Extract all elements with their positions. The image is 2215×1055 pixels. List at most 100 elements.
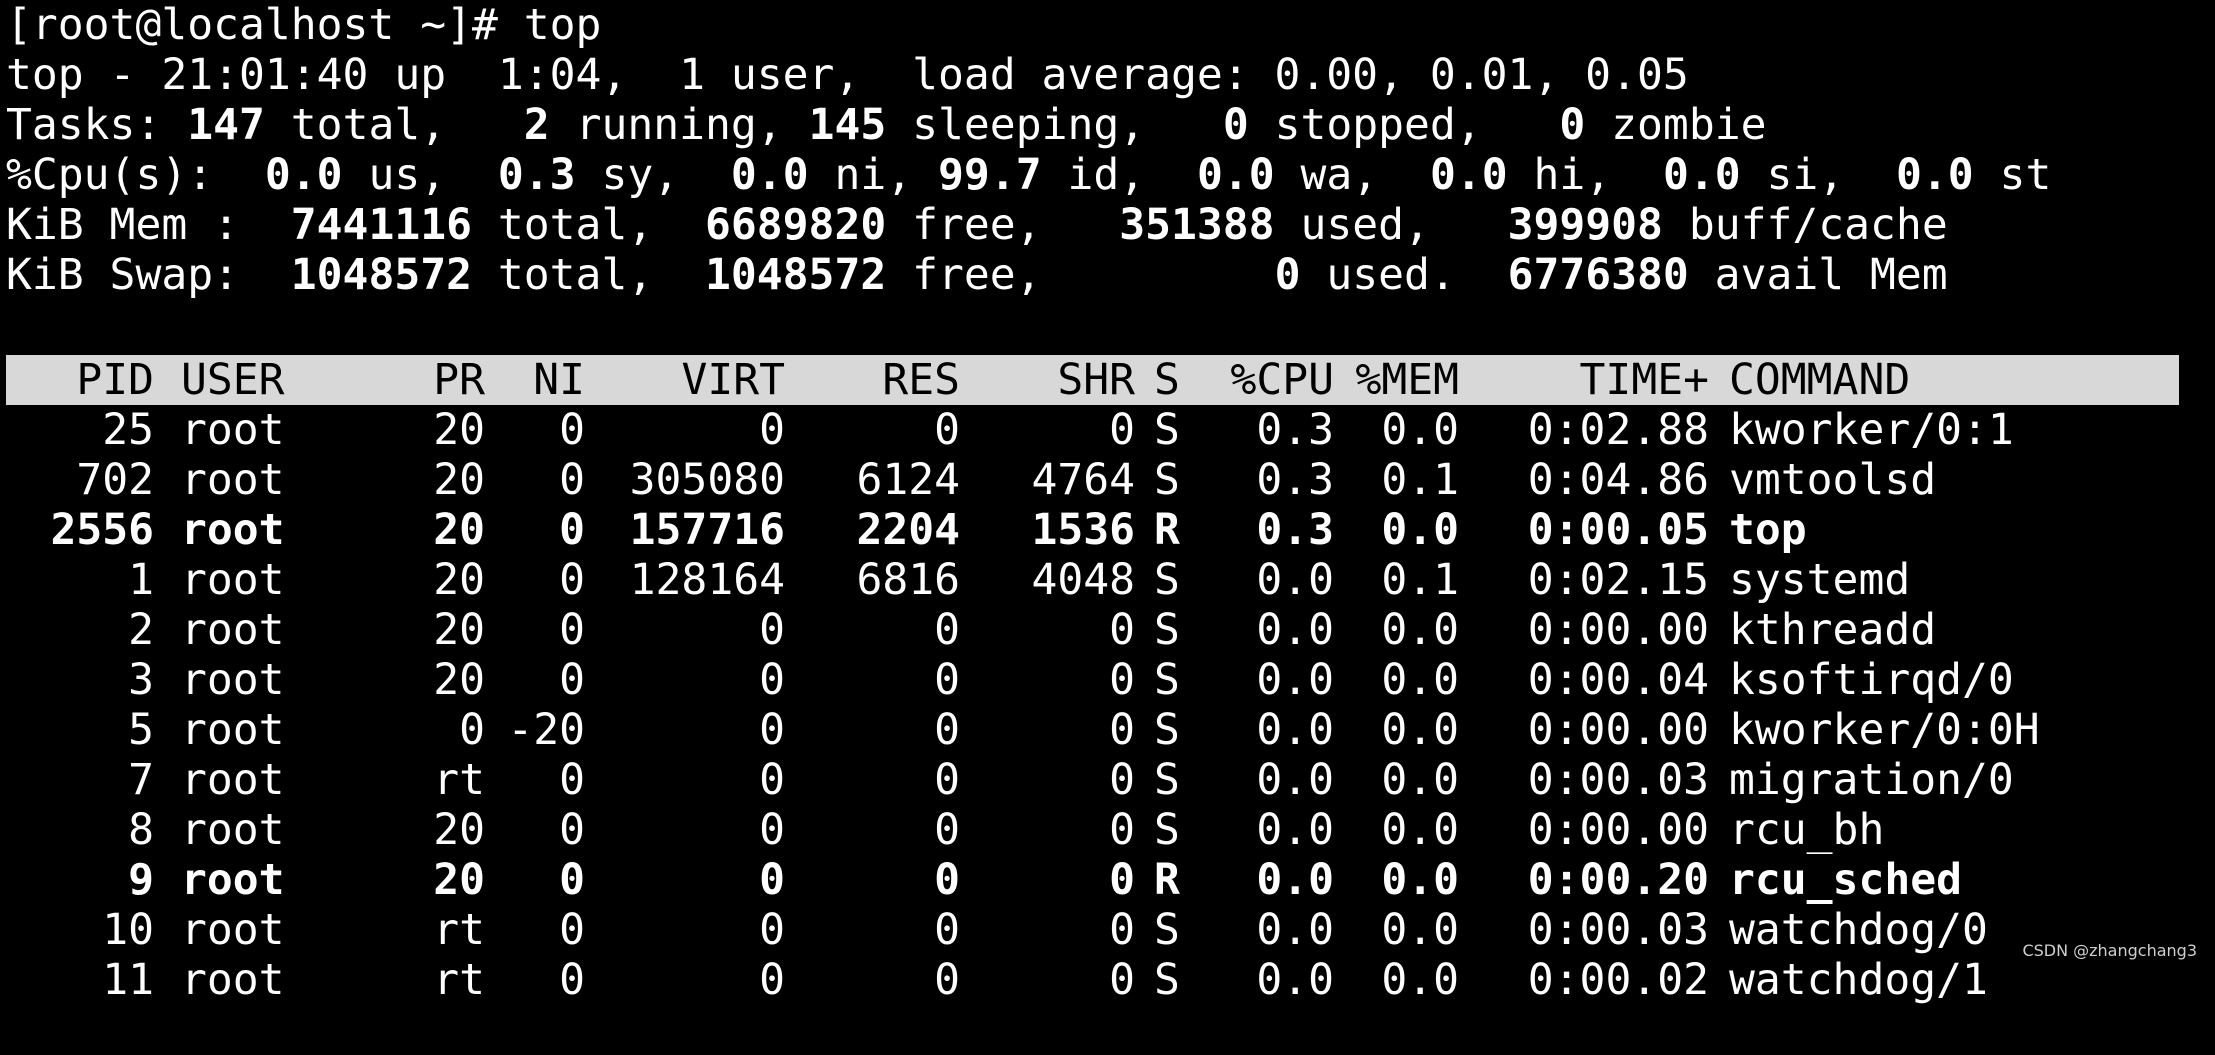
state: S [1154,755,1180,805]
time: 0:00.00 [1527,805,1709,855]
ni: 0 [559,555,585,605]
ni: 0 [559,955,585,1005]
virt: 0 [759,905,785,955]
pr: 20 [433,655,485,705]
pid: 25 [102,405,154,455]
tasks-stopped: 0 [1222,100,1249,150]
col-virt: VIRT [681,355,785,405]
tasks-label: Tasks: [6,100,162,150]
pid: 3 [128,655,154,705]
mem: 0.0 [1381,605,1459,655]
cpu-ni-label: ni, [808,150,913,200]
tasks-zombie: 0 [1559,100,1586,150]
time: 0:00.04 [1527,655,1709,705]
cpu: 0.0 [1256,555,1334,605]
pid: 9 [128,855,154,905]
cpu-st: 0.0 [1896,150,1974,200]
shr: 0 [1109,605,1135,655]
process-row: 2 root 20 0 0 0 0 S 0.0 0.0 0:00.00 kthreadd [6,605,2211,655]
user: root [181,705,285,755]
mem-used-label: used, [1274,200,1430,250]
ni: 0 [559,455,585,505]
pr: rt [433,955,485,1005]
tasks-line: Tasks: 147 total, 2 running, 145 sleepin… [6,100,2211,150]
command: migration/0 [1729,755,2014,805]
mem-free: 6689820 [705,200,887,250]
cpu: 0.0 [1256,655,1334,705]
user: root [181,805,285,855]
user: root [181,905,285,955]
swap-avail: 6776380 [1507,250,1689,300]
tasks-running-label: running, [549,100,783,150]
cpu: 0.0 [1256,905,1334,955]
pr: 20 [433,605,485,655]
process-row: 1 root 20 0 128164 6816 4048 S 0.0 0.1 0:02.15 syst… [6,555,2211,605]
ni: 0 [559,855,585,905]
virt: 305080 [629,455,785,505]
process-table-header: PID USER PR NI VIRT RES SHR S %CPU %MEM … [6,355,2179,405]
pid: 2 [128,605,154,655]
shr: 0 [1109,805,1135,855]
mem-buff-label: buff/cache [1662,200,1948,250]
shr: 0 [1109,955,1135,1005]
res: 0 [934,955,960,1005]
command: systemd [1729,555,1911,605]
res: 2204 [856,505,960,555]
cpu-us: 0.0 [264,150,343,200]
cpu: 0.3 [1256,405,1334,455]
col-s: S [1154,355,1180,405]
cpu: 0.0 [1256,755,1334,805]
cpu-us-label: us, [342,150,447,200]
mem: 0.0 [1381,705,1459,755]
tasks-running: 2 [523,100,550,150]
col-pr: PR [433,355,485,405]
process-row: 9 root 20 0 0 0 0 R 0.0 0.0 0:00.20 rcu_sched [6,855,2211,905]
cpu-wa-label: wa, [1274,150,1379,200]
header-row: PID USER PR NI VIRT RES SHR S %CPU %MEM … [6,355,2179,405]
virt: 0 [759,955,785,1005]
ni: -20 [507,705,585,755]
user: root [181,405,285,455]
swap-used: 0 [1274,250,1301,300]
res: 0 [934,805,960,855]
pr: rt [433,755,485,805]
watermark: CSDN @zhangchang3 [2022,941,2197,960]
time: 0:00.03 [1527,905,1709,955]
ni: 0 [559,655,585,705]
user: root [181,455,285,505]
mem: 0.0 [1381,505,1459,555]
tasks-total-label: total, [264,100,447,150]
time: 0:02.15 [1527,555,1709,605]
user: root [181,755,285,805]
time: 0:00.02 [1527,955,1709,1005]
process-row: 25 root 20 0 0 0 0 S 0.3 0.0 0:02.88 kworker/0:1 [6,405,2211,455]
pr: 20 [433,405,485,455]
pr: 20 [433,855,485,905]
mem-buff: 399908 [1507,200,1663,250]
state: S [1154,605,1180,655]
mem: 0.0 [1381,955,1459,1005]
ni: 0 [559,805,585,855]
user: root [181,955,285,1005]
time: 0:00.20 [1527,855,1709,905]
shr: 1536 [1031,505,1135,555]
process-row: 3 root 20 0 0 0 0 S 0.0 0.0 0:00.04 ksoftirqd/0 [6,655,2211,705]
mem-free-label: free, [886,200,1042,250]
process-list: 25 root 20 0 0 0 0 S 0.3 0.0 0:02.88 kworker/0:1 70… [6,405,2211,1005]
state: S [1154,805,1180,855]
cpu-st-label: st [1973,150,2052,200]
cpu: 0.0 [1256,955,1334,1005]
process-row: 702 root 20 0 305080 6124 4764 S 0.3 0.1 0:04.86 vm… [6,455,2211,505]
shr: 0 [1109,855,1135,905]
swap-total: 1048572 [290,250,472,300]
ni: 0 [559,905,585,955]
command: kworker/0:1 [1729,405,2014,455]
pid: 1 [128,555,154,605]
pr: 20 [433,805,485,855]
process-row: 10 root rt 0 0 0 0 S 0.0 0.0 0:00.03 watchdog/0 [6,905,2211,955]
mem-line: KiB Mem : 7441116 total, 6689820 free, 3… [6,200,2211,250]
pr: 20 [433,455,485,505]
virt: 157716 [629,505,785,555]
mem: 0.0 [1381,655,1459,705]
user: root [181,605,285,655]
